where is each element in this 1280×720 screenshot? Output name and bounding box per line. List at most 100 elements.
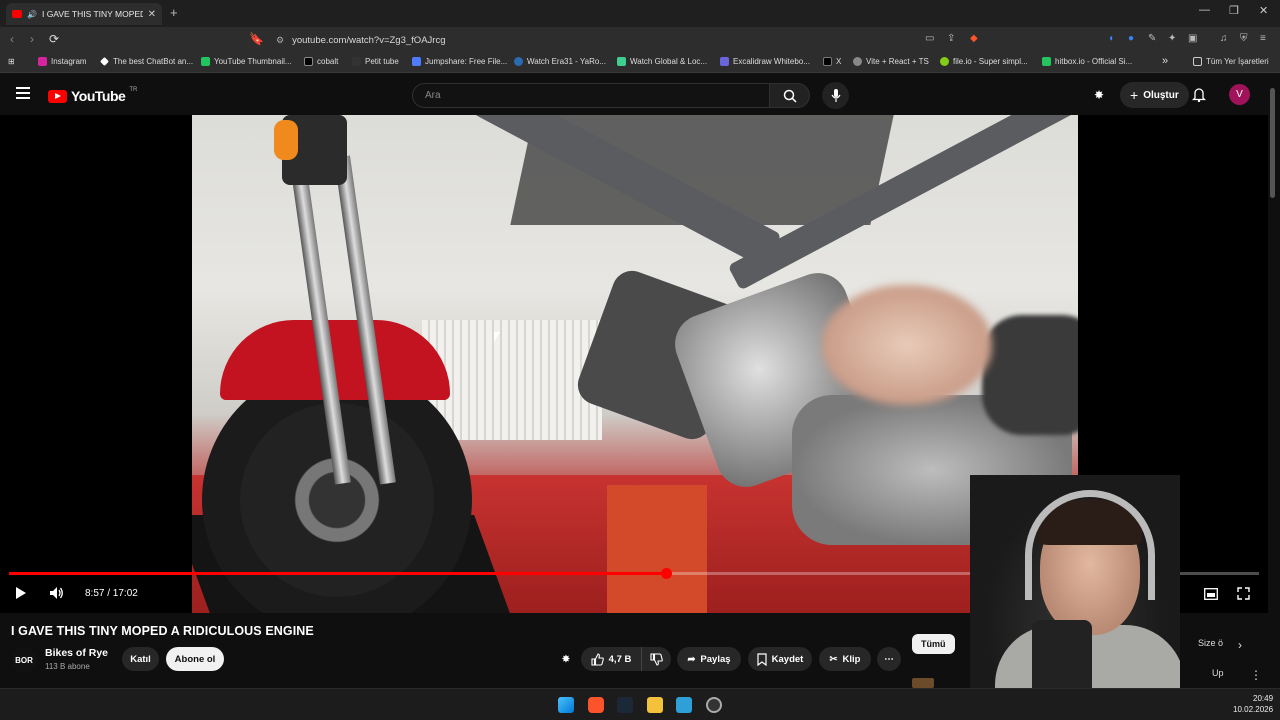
forward-icon[interactable]: › <box>30 32 34 46</box>
vpn-icon[interactable]: ⛨ <box>1240 33 1248 44</box>
cast-icon[interactable]: ▭ <box>925 33 934 44</box>
clip-button[interactable]: ✂ Klip <box>819 647 871 671</box>
chips-next-icon[interactable]: › <box>1238 638 1242 652</box>
extension-2-icon[interactable]: ● <box>1128 33 1134 44</box>
youtube-header: YouTube TR Ara ✸ + Oluştur V <box>0 73 1280 115</box>
bookmarks-overflow-button[interactable]: » <box>1162 55 1168 67</box>
voice-search-button[interactable] <box>822 82 849 109</box>
play-button[interactable] <box>14 586 28 605</box>
bookmark-yt-thumbnail[interactable]: YouTube Thumbnail... <box>201 57 292 66</box>
search-button[interactable] <box>770 83 810 108</box>
more-actions-button[interactable]: ⋯ <box>877 647 901 671</box>
clock-time: 20:49 <box>1253 694 1274 703</box>
bookmark-era31[interactable]: Watch Era31 - YaRo... <box>514 57 606 66</box>
bookmark-fileio[interactable]: file.io - Super simpl... <box>940 57 1028 66</box>
video-indicator <box>274 120 298 160</box>
close-window-icon[interactable]: ✕ <box>1259 4 1268 17</box>
extensions-puzzle-icon[interactable]: ✦ <box>1168 33 1176 44</box>
more-horizontal-icon: ⋯ <box>884 653 894 665</box>
tab-title: I GAVE THIS TINY MOPED A R <box>41 9 143 19</box>
subscribe-button[interactable]: Abone ol <box>166 647 224 671</box>
play-icon <box>16 587 26 599</box>
instagram-icon <box>38 57 47 66</box>
share-page-icon[interactable]: ⇪ <box>947 33 955 44</box>
sidebar-toggle-icon[interactable]: ▣ <box>1188 33 1197 44</box>
bookmark-hitbox[interactable]: hitbox.io - Official Si... <box>1042 57 1132 66</box>
more-vertical-icon[interactable]: ⋮ <box>1250 668 1262 682</box>
miniplayer-button[interactable] <box>1204 587 1218 605</box>
back-icon[interactable]: ‹ <box>10 32 14 46</box>
youtube-favicon-icon <box>12 10 22 18</box>
minimize-icon[interactable]: — <box>1199 4 1210 16</box>
browser-tab-youtube[interactable]: 🔊 I GAVE THIS TINY MOPED A R ✕ <box>6 3 162 25</box>
jumpshare-icon <box>412 57 421 66</box>
recommendation-thumbnail[interactable] <box>912 678 934 688</box>
dislike-button[interactable] <box>641 647 671 671</box>
recommendation-title-partial[interactable]: Up <box>1212 668 1224 678</box>
search-icon <box>783 89 797 103</box>
account-avatar[interactable]: V <box>1229 84 1250 105</box>
obs-icon[interactable] <box>706 697 722 713</box>
notifications-bell-icon[interactable] <box>1191 87 1207 107</box>
youtube-logo[interactable]: YouTube TR <box>48 87 137 104</box>
create-button[interactable]: + Oluştur <box>1120 82 1189 108</box>
system-clock[interactable]: 20:49 10.02.2026 <box>1233 693 1273 715</box>
media-icon[interactable]: ♫ <box>1220 33 1228 44</box>
ask-ai-button[interactable]: ✸ <box>556 647 576 671</box>
like-button[interactable]: 4,7 B <box>581 647 641 671</box>
x-icon <box>823 57 832 66</box>
bookmark-cobalt[interactable]: cobalt <box>304 57 338 66</box>
chatbot-icon <box>100 57 109 66</box>
bookmark-petit-tube[interactable]: Petit tube <box>352 57 399 66</box>
video-title: I GAVE THIS TINY MOPED A RIDICULOUS ENGI… <box>11 624 314 638</box>
youtube-play-logo-icon <box>48 89 67 103</box>
save-button[interactable]: Kaydet <box>748 647 812 671</box>
bookmark-x[interactable]: X <box>823 57 841 66</box>
reload-icon[interactable]: ⟳ <box>49 32 59 46</box>
taskbar: 20:49 10.02.2026 <box>0 688 1280 720</box>
global-icon <box>617 57 626 66</box>
apps-grid-icon[interactable]: ⊞ <box>8 57 15 66</box>
volume-button[interactable] <box>49 586 64 605</box>
menu-icon[interactable]: ≡ <box>1260 33 1266 44</box>
address-bar[interactable]: ⚙ youtube.com/watch?v=Zg3_fOAJrcg <box>270 30 990 50</box>
filter-chip-for-you[interactable]: Size ö <box>1198 638 1223 648</box>
brave-browser-icon[interactable] <box>588 697 604 713</box>
steam-icon[interactable] <box>617 697 633 713</box>
restore-icon[interactable]: ❐ <box>1229 4 1239 17</box>
bookmark-jumpshare[interactable]: Jumpshare: Free File... <box>412 57 507 66</box>
bookmark-global[interactable]: Watch Global & Loc... <box>617 57 707 66</box>
all-bookmarks[interactable]: Tüm Yer İşaretleri <box>1193 57 1269 66</box>
page-scrollbar[interactable] <box>1270 88 1275 198</box>
site-info-icon[interactable]: ⚙ <box>276 35 284 46</box>
brave-shield-icon[interactable]: ◆ <box>970 33 978 44</box>
thumbnail-icon <box>201 57 210 66</box>
bookmark-vite[interactable]: Vite + React + TS <box>853 57 929 66</box>
bookmark-page-icon[interactable]: 🔖 <box>249 32 264 46</box>
browser-toolbar: ‹ › ⟳ 🔖 ⚙ youtube.com/watch?v=Zg3_fOAJrc… <box>0 27 1280 53</box>
plus-icon: + <box>1130 87 1139 103</box>
filter-chip-all[interactable]: Tümü <box>912 634 955 654</box>
share-button[interactable]: ➦ Paylaş <box>677 647 741 671</box>
close-tab-icon[interactable]: ✕ <box>148 9 156 20</box>
hamburger-menu-icon[interactable] <box>16 87 30 102</box>
fullscreen-icon <box>1237 587 1250 600</box>
fullscreen-button[interactable] <box>1237 587 1250 605</box>
bookmark-excalidraw[interactable]: Excalidraw Whitebo... <box>720 57 810 66</box>
bookmark-chatbot[interactable]: The best ChatBot an... <box>100 57 193 66</box>
speaker-icon: 🔊 <box>27 9 37 19</box>
app-icon[interactable] <box>676 697 692 713</box>
file-explorer-icon[interactable] <box>647 697 663 713</box>
ai-sparkle-icon[interactable]: ✸ <box>1094 88 1104 102</box>
video-frame[interactable] <box>192 115 1078 613</box>
extension-1-icon[interactable]: ◖ <box>1108 33 1114 44</box>
extension-3-icon[interactable]: ✎ <box>1148 33 1156 44</box>
search-input[interactable]: Ara <box>412 83 770 108</box>
join-button[interactable]: Katıl <box>122 647 159 671</box>
bookmark-instagram[interactable]: Instagram <box>38 57 87 66</box>
channel-name[interactable]: Bikes of Rye <box>45 647 108 659</box>
channel-avatar[interactable]: BOR <box>11 647 37 673</box>
thumbs-down-icon <box>650 652 663 666</box>
windows-start-icon[interactable] <box>558 697 574 713</box>
new-tab-button[interactable]: + <box>170 5 178 20</box>
